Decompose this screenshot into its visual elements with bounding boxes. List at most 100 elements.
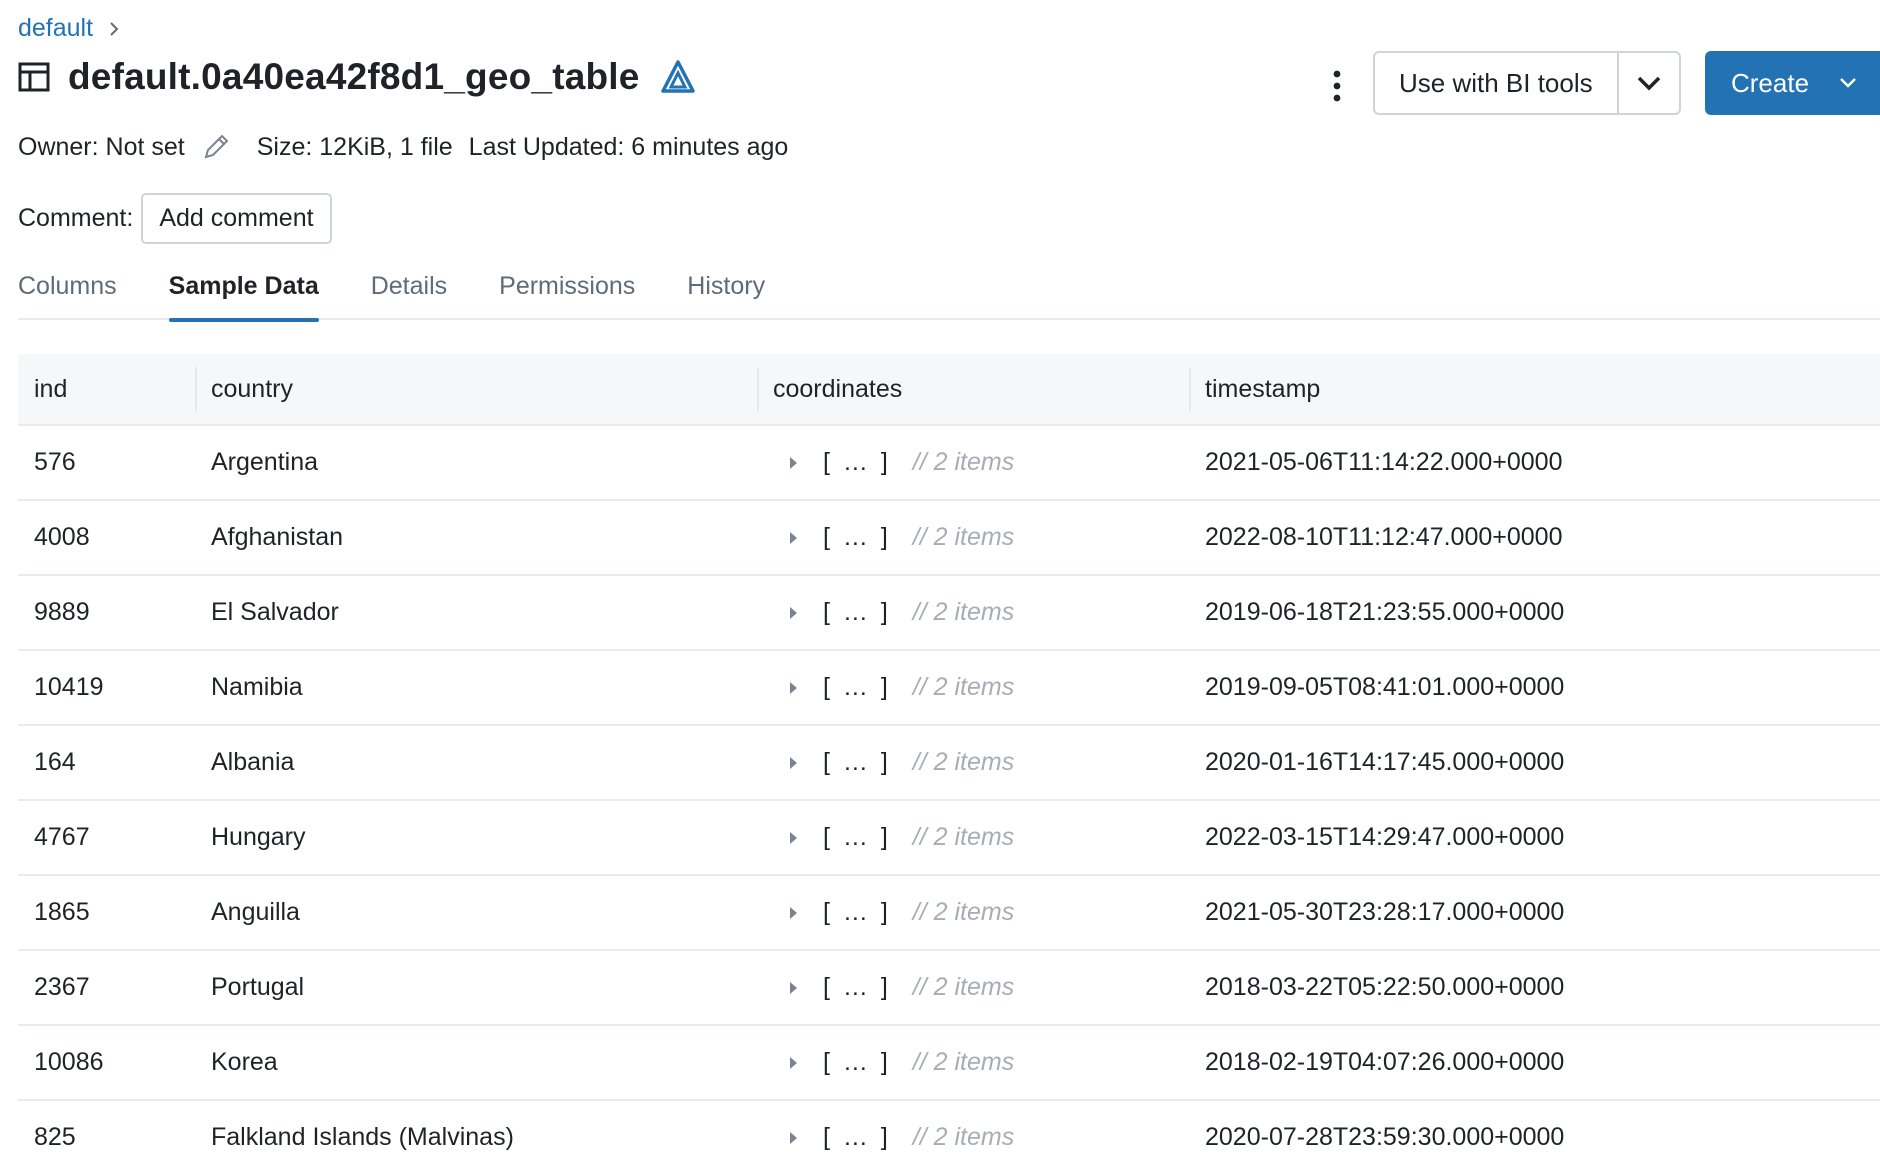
table-row: 10086 Korea [ … ] // 2 items 2018-02-19T04:0… <box>18 1026 1880 1101</box>
table-body: 576 Argentina [ … ] // 2 items 2021-05-06T11… <box>18 426 1880 1174</box>
coordinates-collapsed-array[interactable]: [ … ] <box>823 598 891 627</box>
cell-coordinates: [ … ] // 2 items <box>757 950 1189 1025</box>
cell-timestamp: 2021-05-30T23:28:17.000+0000 <box>1205 898 1565 926</box>
page-title: default.0a40ea42f8d1_geo_table <box>68 56 640 97</box>
coordinates-item-count: // 2 items <box>912 598 1015 626</box>
tab-columns[interactable]: Columns <box>18 272 117 320</box>
cell-country: Hungary <box>211 823 306 851</box>
caret-right-icon[interactable] <box>783 753 803 773</box>
cell-country: Portugal <box>211 973 305 1001</box>
coordinates-collapsed-array[interactable]: [ … ] <box>823 823 891 852</box>
caret-right-icon[interactable] <box>783 1053 803 1073</box>
caret-right-icon[interactable] <box>783 603 803 623</box>
cell-ind: 10086 <box>34 1048 104 1076</box>
coordinates-collapsed-array[interactable]: [ … ] <box>823 448 891 477</box>
bi-tools-split-button: Use with BI tools <box>1373 51 1681 115</box>
coordinates-item-count: // 2 items <box>912 1048 1015 1076</box>
caret-right-icon[interactable] <box>783 828 803 848</box>
cell-ind: 10419 <box>34 673 104 701</box>
comment-row: Comment: Add comment <box>18 193 332 244</box>
cell-country: Namibia <box>211 673 303 701</box>
table-icon <box>18 62 50 92</box>
kebab-menu-icon[interactable] <box>1322 64 1352 108</box>
column-header-coordinates[interactable]: coordinates <box>757 353 1189 425</box>
cell-coordinates: [ … ] // 2 items <box>757 650 1189 725</box>
coordinates-item-count: // 2 items <box>912 973 1015 1001</box>
coordinates-item-count: // 2 items <box>912 748 1015 776</box>
column-header-country[interactable]: country <box>195 353 757 425</box>
cell-coordinates: [ … ] // 2 items <box>757 725 1189 800</box>
coordinates-collapsed-array[interactable]: [ … ] <box>823 673 891 702</box>
cell-timestamp: 2018-03-22T05:22:50.000+0000 <box>1205 973 1565 1001</box>
bi-tools-dropdown-button[interactable] <box>1619 53 1679 113</box>
table-header: ind country coordinates timestamp <box>18 354 1880 426</box>
coordinates-item-count: // 2 items <box>912 898 1015 926</box>
tab-details[interactable]: Details <box>371 272 447 320</box>
caret-right-icon[interactable] <box>783 678 803 698</box>
coordinates-item-count: // 2 items <box>912 673 1015 701</box>
cell-timestamp: 2020-01-16T14:17:45.000+0000 <box>1205 748 1565 776</box>
cell-timestamp: 2022-08-10T11:12:47.000+0000 <box>1205 523 1563 551</box>
size-text: Size: 12KiB, 1 file <box>256 132 453 161</box>
cell-timestamp: 2019-09-05T08:41:01.000+0000 <box>1205 673 1565 701</box>
table-row: 576 Argentina [ … ] // 2 items 2021-05-06T11… <box>18 426 1880 501</box>
coordinates-item-count: // 2 items <box>912 448 1015 476</box>
caret-right-icon[interactable] <box>783 453 803 473</box>
column-header-timestamp[interactable]: timestamp <box>1189 353 1880 425</box>
coordinates-collapsed-array[interactable]: [ … ] <box>823 748 891 777</box>
table-meta: Owner: Not set Size: 12KiB, 1 file Last … <box>18 132 788 162</box>
comment-label: Comment: <box>18 204 134 232</box>
tab-bar: Columns Sample Data Details Permissions … <box>18 272 1880 322</box>
cell-ind: 825 <box>34 1123 76 1151</box>
cell-ind: 9889 <box>34 598 90 626</box>
cell-ind: 164 <box>34 748 76 776</box>
cell-timestamp: 2021-05-06T11:14:22.000+0000 <box>1205 448 1563 476</box>
cell-country: Afghanistan <box>211 523 344 551</box>
column-header-ind[interactable]: ind <box>18 353 195 425</box>
cell-timestamp: 2019-06-18T21:23:55.000+0000 <box>1205 598 1565 626</box>
cell-coordinates: [ … ] // 2 items <box>757 1100 1189 1174</box>
last-updated-text: Last Updated: 6 minutes ago <box>468 132 789 161</box>
coordinates-collapsed-array[interactable]: [ … ] <box>823 1123 891 1152</box>
table-row: 164 Albania [ … ] // 2 items 2020-01-16T14:1… <box>18 726 1880 801</box>
breadcrumb: default <box>18 14 121 43</box>
coordinates-collapsed-array[interactable]: [ … ] <box>823 1048 891 1077</box>
table-row: 1865 Anguilla [ … ] // 2 items 2021-05-30T23… <box>18 876 1880 951</box>
use-with-bi-tools-button[interactable]: Use with BI tools <box>1375 53 1619 113</box>
cell-coordinates: [ … ] // 2 items <box>757 875 1189 950</box>
cell-coordinates: [ … ] // 2 items <box>757 500 1189 575</box>
cell-country: Falkland Islands (Malvinas) <box>211 1123 514 1151</box>
cell-timestamp: 2018-02-19T04:07:26.000+0000 <box>1205 1048 1565 1076</box>
tab-sample-data[interactable]: Sample Data <box>168 272 319 322</box>
tab-history[interactable]: History <box>687 272 765 320</box>
cell-timestamp: 2020-07-28T23:59:30.000+0000 <box>1205 1123 1565 1151</box>
coordinates-collapsed-array[interactable]: [ … ] <box>823 973 891 1002</box>
caret-right-icon[interactable] <box>783 978 803 998</box>
create-button[interactable]: Create <box>1705 51 1880 115</box>
add-comment-button[interactable]: Add comment <box>141 193 332 244</box>
cell-country: Anguilla <box>211 898 300 926</box>
coordinates-item-count: // 2 items <box>912 1123 1015 1151</box>
chevron-down-icon <box>1637 76 1660 91</box>
table-row: 4767 Hungary [ … ] // 2 items 2022-03-15T14:… <box>18 801 1880 876</box>
cell-coordinates: [ … ] // 2 items <box>757 1025 1189 1100</box>
delta-icon <box>660 60 695 93</box>
pencil-icon[interactable] <box>201 132 231 162</box>
tab-permissions[interactable]: Permissions <box>499 272 635 320</box>
cell-country: Argentina <box>211 448 319 476</box>
coordinates-collapsed-array[interactable]: [ … ] <box>823 523 891 552</box>
cell-country: Albania <box>211 748 295 776</box>
cell-ind: 576 <box>34 448 76 476</box>
owner-text: Owner: Not set <box>18 132 185 161</box>
cell-country: El Salvador <box>211 598 339 626</box>
sample-data-table: ind country coordinates timestamp 576 Arg… <box>18 354 1880 1174</box>
table-row: 4008 Afghanistan [ … ] // 2 items 2022-08-10… <box>18 501 1880 576</box>
caret-right-icon[interactable] <box>783 1128 803 1148</box>
coordinates-collapsed-array[interactable]: [ … ] <box>823 898 891 927</box>
cell-coordinates: [ … ] // 2 items <box>757 800 1189 875</box>
cell-ind: 1865 <box>34 898 90 926</box>
caret-right-icon[interactable] <box>783 528 803 548</box>
breadcrumb-catalog-link[interactable]: default <box>18 14 93 43</box>
caret-right-icon[interactable] <box>783 903 803 923</box>
table-row: 2367 Portugal [ … ] // 2 items 2018-03-22T05… <box>18 951 1880 1026</box>
